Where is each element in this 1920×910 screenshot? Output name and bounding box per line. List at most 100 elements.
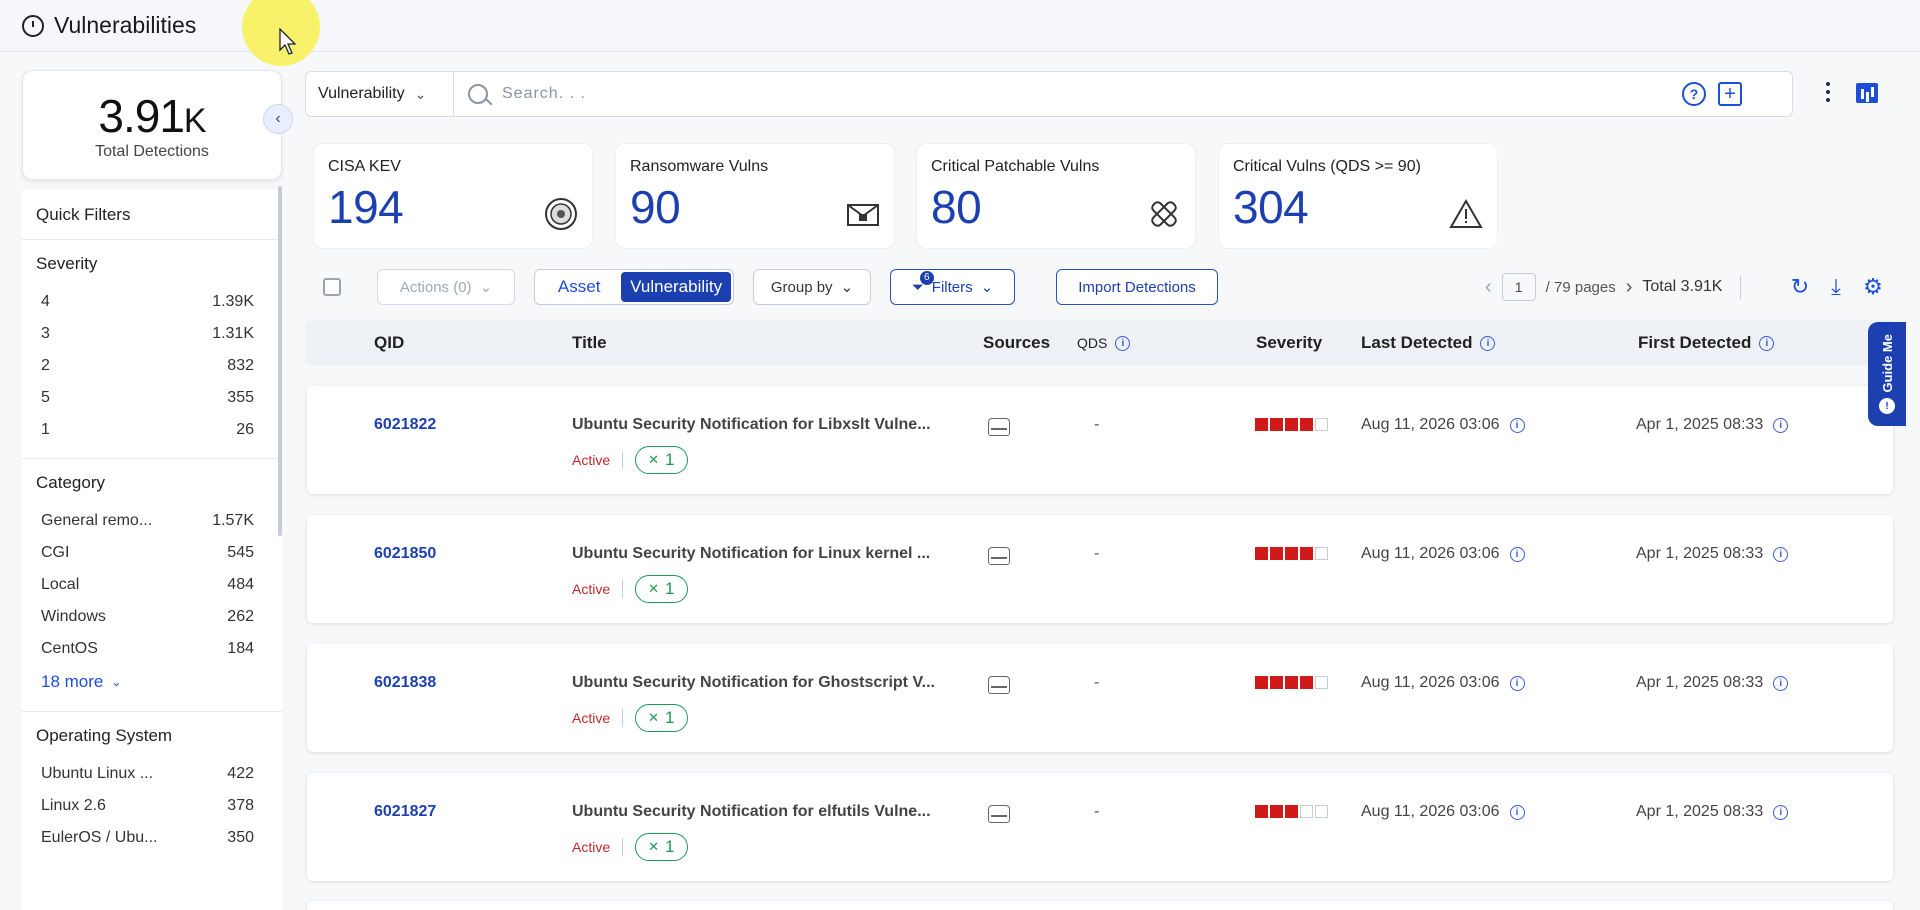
info-icon[interactable]: i [1773, 804, 1789, 820]
column-last-detected[interactable]: Last Detected i [1361, 333, 1496, 353]
tab-asset[interactable]: Asset [537, 272, 621, 302]
filter-item[interactable]: 1 26 [22, 414, 282, 446]
column-title[interactable]: Title [572, 333, 607, 353]
seal-icon [544, 198, 578, 230]
stat-card-cisa-kev[interactable]: CISA KEV 194 [313, 143, 593, 249]
filter-item-label: CentOS [41, 640, 98, 657]
column-first-detected[interactable]: First Detected i [1638, 333, 1775, 353]
filters-scrollbar[interactable] [278, 186, 282, 536]
download-icon[interactable]: ⤓ [1823, 274, 1849, 300]
search-input[interactable] [502, 85, 1662, 103]
stat-card-ransomware[interactable]: Ransomware Vulns 90 [615, 143, 895, 249]
severity-block [1300, 805, 1313, 818]
refresh-icon[interactable]: ↻ [1787, 274, 1813, 300]
filter-item[interactable]: CentOS 184 [22, 633, 282, 665]
last-detected: Aug 11, 2026 03:06 i [1361, 416, 1525, 434]
patch-pill[interactable]: ✕ 1 [635, 833, 688, 861]
add-icon[interactable]: + [1718, 82, 1742, 106]
info-icon[interactable]: i [1115, 335, 1131, 351]
chevron-down-icon: ⌄ [111, 675, 122, 689]
help-icon[interactable]: ? [1682, 82, 1706, 106]
select-all-checkbox[interactable] [323, 278, 341, 296]
chevron-down-icon: ⌄ [980, 279, 994, 296]
filter-item[interactable]: EulerOS / Ubu... 350 [22, 822, 282, 854]
more-options-icon[interactable] [1824, 82, 1832, 102]
filter-item-count: 1.31K [212, 325, 254, 342]
import-detections-button[interactable]: Import Detections [1056, 269, 1218, 305]
filter-item[interactable]: 5 355 [22, 382, 282, 414]
tab-vulnerability[interactable]: Vulnerability [621, 272, 731, 302]
severity-filter-group: Severity 4 1.39K 3 1.31K 2 832 5 355 1 26 [22, 240, 282, 459]
info-icon[interactable]: i [1480, 335, 1496, 351]
column-qds[interactable]: QDS i [1077, 335, 1131, 351]
mouse-cursor-icon [279, 28, 297, 55]
table-row[interactable]: 6021850 Ubuntu Security Notification for … [307, 515, 1893, 623]
info-icon[interactable]: i [1773, 546, 1789, 562]
collapse-panel-button[interactable]: ‹ [263, 104, 293, 134]
chevron-right-icon[interactable]: › [1626, 276, 1633, 299]
column-severity[interactable]: Severity [1256, 333, 1322, 353]
filter-item-count: 545 [227, 544, 254, 561]
severity-block [1255, 418, 1268, 431]
filter-item[interactable]: Windows 262 [22, 601, 282, 633]
vuln-title[interactable]: Ubuntu Security Notification for Linux k… [572, 545, 952, 563]
severity-block [1270, 418, 1283, 431]
filter-item[interactable]: 4 1.39K [22, 286, 282, 318]
info-icon[interactable]: i [1509, 804, 1525, 820]
table-row[interactable] [307, 901, 1893, 910]
actions-button[interactable]: Actions (0) ⌄ [377, 269, 515, 305]
filter-item[interactable]: Ubuntu Linux ... 422 [22, 758, 282, 790]
table-row[interactable]: 6021827 Ubuntu Security Notification for … [307, 773, 1893, 881]
stat-card-critical-qds[interactable]: Critical Vulns (QDS >= 90) 304 [1218, 143, 1498, 249]
info-icon[interactable]: i [1509, 675, 1525, 691]
filter-item[interactable]: 3 1.31K [22, 318, 282, 350]
filters-button[interactable]: ⏷ 6 Filters ⌄ [890, 269, 1015, 305]
patch-pill[interactable]: ✕ 1 [635, 704, 688, 732]
bandage-icon: ✕ [648, 710, 660, 725]
filter-item[interactable]: Local 484 [22, 569, 282, 601]
patch-pill[interactable]: ✕ 1 [635, 575, 688, 603]
guide-me-label: Guide Me [1879, 333, 1895, 393]
table-row[interactable]: 6021822 Ubuntu Security Notification for … [307, 386, 1893, 494]
filter-item[interactable]: 2 832 [22, 350, 282, 382]
patch-pill[interactable]: ✕ 1 [635, 446, 688, 474]
category-more-link[interactable]: 18 more ⌄ [22, 665, 282, 699]
severity-block [1315, 418, 1328, 431]
filter-item[interactable]: Linux 2.6 378 [22, 790, 282, 822]
qid-link[interactable]: 6021850 [374, 545, 436, 563]
guide-me-tab[interactable]: Guide Me ! [1868, 322, 1906, 426]
chevron-left-icon[interactable]: ‹ [1485, 276, 1492, 299]
filter-item-count: 1.39K [212, 293, 254, 310]
severity-indicator [1255, 676, 1328, 689]
stat-value: 304 [1233, 181, 1309, 233]
settings-gear-icon[interactable]: ⚙ [1860, 274, 1886, 300]
qid-link[interactable]: 6021822 [374, 416, 436, 434]
severity-block [1300, 547, 1313, 560]
search-bar: Vulnerability ⌄ ? + [305, 71, 1793, 117]
page-input[interactable]: 1 [1501, 273, 1536, 301]
group-by-button[interactable]: Group by ⌄ [753, 269, 871, 305]
filter-item[interactable]: General remo... 1.57K [22, 505, 282, 537]
qid-link[interactable]: 6021838 [374, 674, 436, 692]
info-icon[interactable]: i [1773, 675, 1789, 691]
filter-item[interactable]: CGI 545 [22, 537, 282, 569]
total-detections-card: 3.91K Total Detections [22, 70, 282, 180]
info-icon[interactable]: i [1773, 417, 1789, 433]
column-sources[interactable]: Sources [983, 333, 1050, 353]
vuln-title[interactable]: Ubuntu Security Notification for elfutil… [572, 803, 952, 821]
qid-link[interactable]: 6021827 [374, 803, 436, 821]
vuln-title[interactable]: Ubuntu Security Notification for Libxslt… [572, 416, 952, 434]
table-row[interactable]: 6021838 Ubuntu Security Notification for … [307, 644, 1893, 752]
total-detections-label: Total Detections [95, 143, 209, 160]
chart-icon[interactable] [1856, 83, 1878, 103]
vuln-title[interactable]: Ubuntu Security Notification for Ghostsc… [572, 674, 952, 692]
filter-item-label: 4 [41, 293, 50, 310]
filter-item-count: 832 [227, 357, 254, 374]
info-icon[interactable]: i [1509, 546, 1525, 562]
column-qid[interactable]: QID [374, 333, 404, 353]
search-type-select[interactable]: Vulnerability ⌄ [306, 72, 454, 116]
stat-card-critical-patchable[interactable]: Critical Patchable Vulns 80 [916, 143, 1196, 249]
info-icon[interactable]: i [1759, 335, 1775, 351]
filter-item-count: 262 [227, 608, 254, 625]
info-icon[interactable]: i [1509, 417, 1525, 433]
